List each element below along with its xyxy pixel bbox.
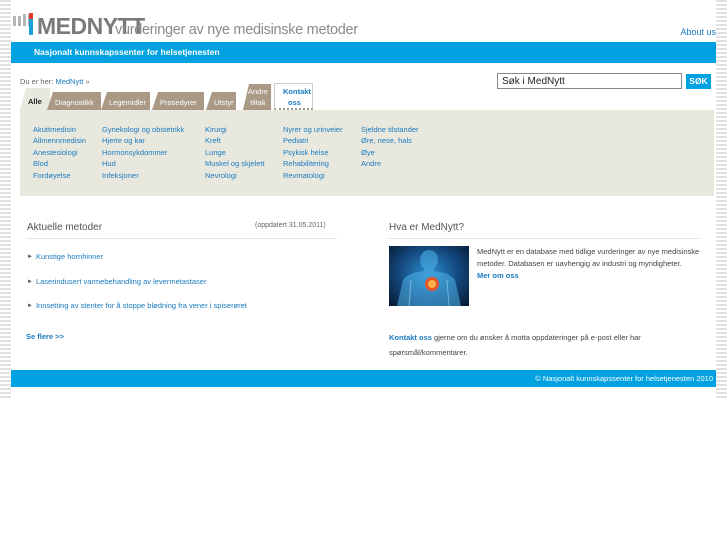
decorative-stripe-right xyxy=(716,0,727,398)
category-column-1: Akuttmedisin Allmennmedisin Anestesiolog… xyxy=(33,124,86,181)
category-link[interactable]: Muskel og skjelett xyxy=(205,158,265,169)
category-link[interactable]: Pediatri xyxy=(283,135,343,146)
category-link[interactable]: Andre xyxy=(361,158,419,169)
category-link[interactable]: Kirurgi xyxy=(205,124,265,135)
category-column-2: Gynekologi og obstetrikk Hjerte og kar H… xyxy=(102,124,184,181)
about-text: MedNytt er en database med tidlige vurde… xyxy=(477,247,700,268)
category-link[interactable]: Akuttmedisin xyxy=(33,124,86,135)
contact-paragraph: Kontakt oss gjerne om du ønsker å motta … xyxy=(389,330,709,360)
method-label: Kunstige hornhinner xyxy=(35,252,104,261)
updated-date: (oppdatert 31.05.2011) xyxy=(255,222,326,229)
tab-prosedyrer[interactable]: Prosedyrer xyxy=(152,92,204,110)
arrow-right-icon: ► xyxy=(27,303,33,309)
category-link[interactable]: Hormonsykdommer xyxy=(102,147,184,158)
see-more-link[interactable]: Se flere >> xyxy=(26,332,64,341)
current-methods-title: Aktuelle metoder xyxy=(27,222,103,233)
header-bar: Nasjonalt kunnskapssenter for helsetjene… xyxy=(11,42,716,63)
category-column-5: Sjeldne tilstander Øre, nese, hals Øye A… xyxy=(361,124,419,170)
category-panel: Akuttmedisin Allmennmedisin Anestesiolog… xyxy=(20,110,714,196)
arrow-right-icon: ► xyxy=(27,279,33,285)
category-link[interactable]: Nevrologi xyxy=(205,170,265,181)
category-link[interactable]: Blod xyxy=(33,158,86,169)
page-header: MEDNYTT vurderinger av nye medisinske me… xyxy=(11,0,716,42)
method-label: Innsetting av stenter for å stoppe blødn… xyxy=(35,301,247,310)
divider xyxy=(389,238,699,239)
category-link[interactable]: Hjerte og kar xyxy=(102,135,184,146)
anatomy-heart-image xyxy=(389,246,469,306)
category-link[interactable]: Rehabilitering xyxy=(283,158,343,169)
tab-kontakt-oss[interactable]: Kontakt oss xyxy=(274,83,313,110)
category-column-4: Nyrer og urinveier Pediatri Psykisk hels… xyxy=(283,124,343,181)
category-link[interactable]: Allmennmedisin xyxy=(33,135,86,146)
divider xyxy=(27,238,337,239)
site-tagline: vurderinger av nye medisinske metoder xyxy=(115,22,358,38)
method-label: Laserindusert varmebehandling av leverme… xyxy=(35,277,207,286)
category-link[interactable]: Infeksjoner xyxy=(102,170,184,181)
decorative-stripe-left xyxy=(0,0,11,398)
category-link[interactable]: Gynekologi og obstetrikk xyxy=(102,124,184,135)
tab-legemidler[interactable]: Legemidler xyxy=(101,92,150,110)
tab-andre-tiltak[interactable]: Andre tiltak xyxy=(243,84,271,110)
category-link[interactable]: Sjeldne tilstander xyxy=(361,124,419,135)
about-description: MedNytt er en database med tidlige vurde… xyxy=(477,246,712,282)
logo-mark-icon xyxy=(29,13,33,35)
method-link[interactable]: ► Kunstige hornhinner xyxy=(27,252,103,261)
category-link[interactable]: Nyrer og urinveier xyxy=(283,124,343,135)
about-us-link[interactable]: About us xyxy=(680,27,716,37)
category-link[interactable]: Anestesiologi xyxy=(33,147,86,158)
tab-alle[interactable]: Alle xyxy=(20,88,50,110)
footer: © Nasjonalt kunnskapssenter for helsetje… xyxy=(11,370,716,387)
category-link[interactable]: Revmatologi xyxy=(283,170,343,181)
contact-link[interactable]: Kontakt oss xyxy=(389,333,432,342)
method-link[interactable]: ► Innsetting av stenter for å stoppe blød… xyxy=(27,301,247,310)
arrow-right-icon: ► xyxy=(27,254,33,260)
category-link[interactable]: Øye xyxy=(361,147,419,158)
copyright: © Nasjonalt kunnskapssenter for helsetje… xyxy=(535,374,713,383)
category-link[interactable]: Fordøyelse xyxy=(33,170,86,181)
category-link[interactable]: Lunge xyxy=(205,147,265,158)
category-link[interactable]: Hud xyxy=(102,158,184,169)
category-link[interactable]: Øre, nese, hals xyxy=(361,135,419,146)
category-tabs: Alle Diagnostikk Legemidler Prosedyrer U… xyxy=(20,80,720,110)
method-link[interactable]: ► Laserindusert varmebehandling av leverm… xyxy=(27,277,206,286)
category-link[interactable]: Kreft xyxy=(205,135,265,146)
about-title: Hva er MedNytt? xyxy=(389,222,465,233)
tab-utstyr[interactable]: Utstyr xyxy=(206,92,236,110)
tab-diagnostikk[interactable]: Diagnostikk xyxy=(47,92,101,110)
category-link[interactable]: Psykisk helse xyxy=(283,147,343,158)
organization-name: Nasjonalt kunnskapssenter for helsetjene… xyxy=(34,47,220,57)
more-about-link[interactable]: Mer om oss xyxy=(477,270,712,282)
category-column-3: Kirurgi Kreft Lunge Muskel og skjelett N… xyxy=(205,124,265,181)
